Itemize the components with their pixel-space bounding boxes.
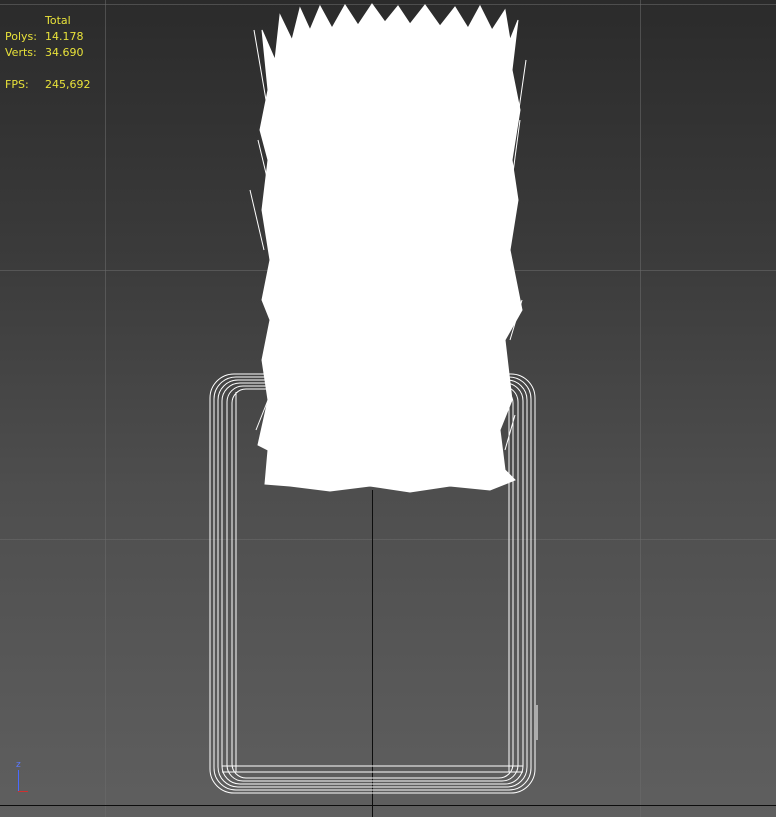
stats-row-verts: Verts: 34.690: [5, 45, 91, 61]
fps-value: 245,692: [45, 78, 91, 91]
x-axis-line: [18, 791, 28, 792]
stats-label: Verts:: [5, 46, 37, 59]
viewport-statistics: Total Polys: 14.178 Verts: 34.690 FPS: 2…: [5, 13, 91, 93]
fur-cushion-wireframe: [249, 3, 527, 493]
fps-label: FPS:: [5, 78, 29, 91]
z-axis-line: [18, 770, 19, 792]
axis-gizmo-icon: z: [10, 760, 30, 795]
stats-value: 14.178: [45, 30, 84, 43]
stats-value: 34.690: [45, 46, 84, 59]
stats-label: Polys:: [5, 30, 37, 43]
wireframe-scene[interactable]: [0, 0, 776, 817]
stats-row-polys: Polys: 14.178: [5, 29, 91, 45]
z-axis-label: z: [16, 760, 21, 770]
stats-header: Total: [45, 14, 71, 27]
3d-viewport[interactable]: Total Polys: 14.178 Verts: 34.690 FPS: 2…: [0, 0, 776, 817]
stats-row-fps: FPS: 245,692: [5, 77, 91, 93]
